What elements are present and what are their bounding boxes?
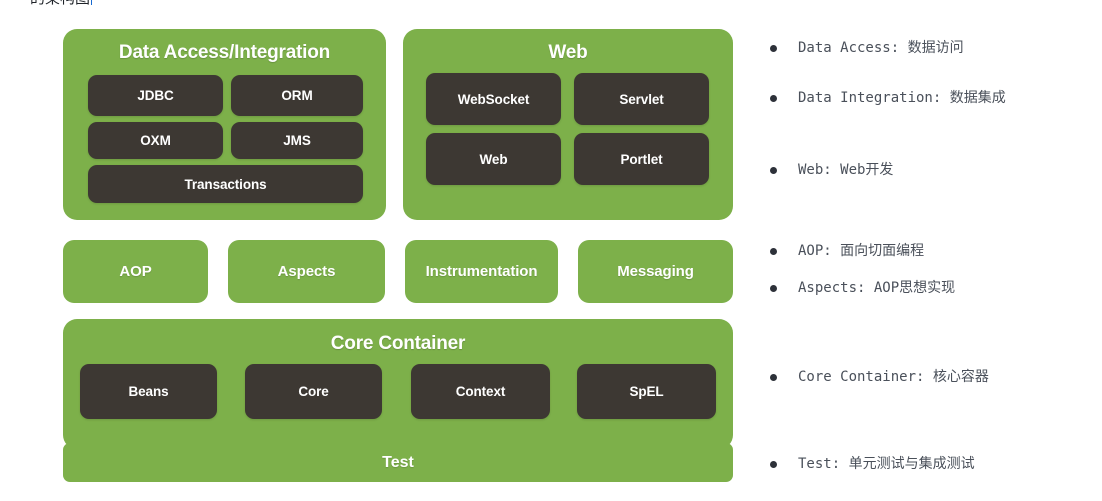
list-item-label: Data Access: 数据访问 [798,40,964,56]
bullet-icon [770,167,777,175]
panel-title-data-access-integration: Data Access/Integration [118,42,331,63]
module-messaging[interactable]: Messaging [578,240,733,303]
list-item-label: Web: Web开发 [798,162,894,178]
bullet-icon [770,95,777,103]
module-web[interactable]: Web [426,133,561,185]
list-item: Data Access: 数据访问 [766,40,964,56]
list-item: Data Integration: 数据集成 [766,90,1006,106]
module-core[interactable]: Core [245,364,382,419]
module-aop[interactable]: AOP [63,240,208,303]
bullet-icon [770,461,777,469]
list-item: Aspects: AOP思想实现 [766,280,956,296]
page-caption-text: 的架构图 [30,0,90,7]
panel-web: Web WebSocket Servlet Web Portlet [403,29,733,220]
panel-data-access-integration: Data Access/Integration JDBC ORM OXM JMS… [63,29,386,220]
module-jdbc[interactable]: JDBC [88,75,223,116]
module-transactions[interactable]: Transactions [88,165,363,203]
panel-title-core-container: Core Container [330,333,466,354]
page-caption: 的架构图 [30,0,93,8]
module-portlet[interactable]: Portlet [574,133,709,185]
module-test[interactable]: Test [63,443,733,482]
legend-bullet-list: Data Access: 数据访问 Data Integration: 数据集成… [766,0,1102,501]
bullet-icon [770,248,777,256]
bullet-icon [770,45,777,53]
list-item: AOP: 面向切面编程 [766,243,925,259]
list-item-label: Data Integration: 数据集成 [798,90,1006,106]
list-item-label: Aspects: AOP思想实现 [798,280,956,296]
panel-title-web: Web [548,42,588,63]
bullet-icon [770,285,777,293]
module-orm[interactable]: ORM [231,75,363,116]
module-websocket[interactable]: WebSocket [426,73,561,125]
list-item: Core Container: 核心容器 [766,369,989,385]
module-oxm[interactable]: OXM [88,122,223,159]
text-cursor [91,0,93,5]
bullet-icon [770,374,777,382]
module-beans[interactable]: Beans [80,364,217,419]
module-context[interactable]: Context [411,364,550,419]
list-item-label: Test: 单元测试与集成测试 [798,456,975,472]
module-instrumentation[interactable]: Instrumentation [405,240,558,303]
module-aspects[interactable]: Aspects [228,240,385,303]
list-item-label: Core Container: 核心容器 [798,369,989,385]
module-servlet[interactable]: Servlet [574,73,709,125]
list-item: Web: Web开发 [766,162,894,178]
list-item-label: AOP: 面向切面编程 [798,243,925,259]
list-item: Test: 单元测试与集成测试 [766,456,975,472]
spring-architecture-diagram: Data Access/Integration JDBC ORM OXM JMS… [60,29,736,482]
panel-core-container: Core Container Beans Core Context SpEL [63,319,733,449]
module-jms[interactable]: JMS [231,122,363,159]
module-spel[interactable]: SpEL [577,364,716,419]
